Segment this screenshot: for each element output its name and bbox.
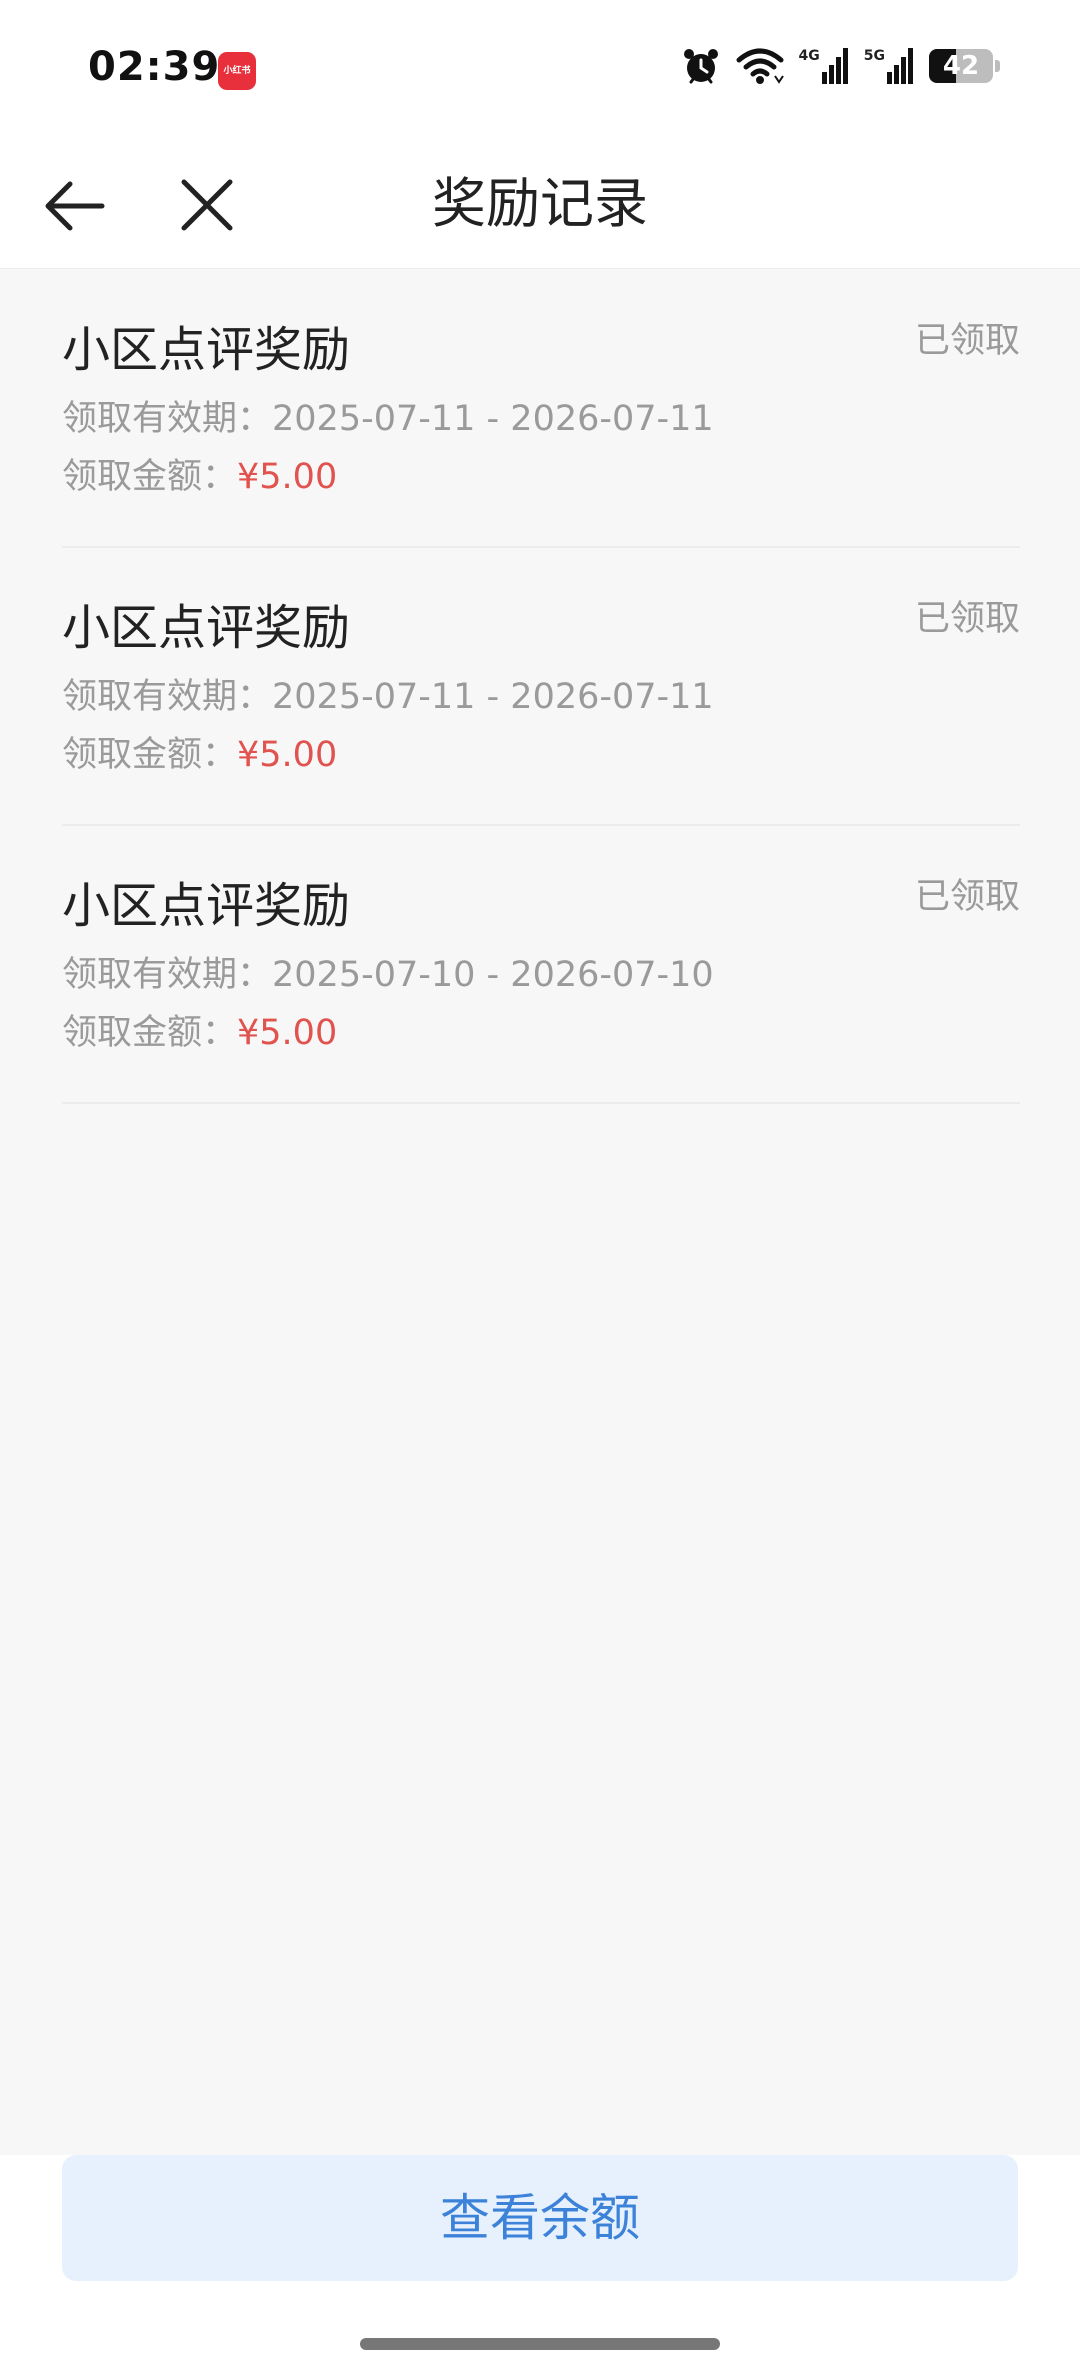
reward-amount: 领取金额：¥5.00 (62, 726, 337, 777)
network-4g-label: 4G (798, 48, 820, 64)
battery-icon: 42 (929, 49, 993, 83)
nav-bar: 奖励记录 (0, 140, 1080, 269)
status-time: 02:39 (88, 44, 221, 90)
view-balance-button[interactable]: 查看余额 (62, 2155, 1018, 2281)
amount-value: ¥5.00 (237, 735, 338, 775)
signal-bars-icon (821, 48, 848, 84)
battery-tip (995, 60, 1000, 72)
amount-value: ¥5.00 (237, 1013, 338, 1053)
signal-4g: 4G (799, 48, 850, 84)
validity-value: 2025-07-11 - 2026-07-11 (272, 677, 714, 717)
amount-label: 领取金额： (62, 457, 238, 497)
list-item[interactable]: 小区点评奖励 已领取 领取有效期：2025-07-10 - 2026-07-10… (62, 826, 1020, 1104)
status-badge: 已领取 (914, 599, 1020, 639)
status-badge: 已领取 (914, 321, 1020, 361)
alarm-icon (683, 49, 718, 84)
validity-label: 领取有效期： (62, 955, 273, 995)
list-item[interactable]: 小区点评奖励 已领取 领取有效期：2025-07-11 - 2026-07-11… (62, 270, 1020, 548)
validity-label: 领取有效期： (62, 399, 273, 439)
record-title: 小区点评奖励 (62, 322, 351, 378)
home-indicator[interactable] (360, 2338, 720, 2350)
amount-label: 领取金额： (62, 735, 238, 775)
reward-amount: 领取金额：¥5.00 (62, 1004, 337, 1055)
close-button[interactable] (172, 170, 242, 240)
battery-level: 42 (942, 51, 980, 81)
reward-amount: 领取金额：¥5.00 (62, 448, 337, 499)
status-bar: 02:39 小红书 4G 5G 42 (0, 0, 1080, 140)
network-5g-label: 5G (863, 48, 885, 64)
status-badge: 已领取 (914, 877, 1020, 917)
record-title: 小区点评奖励 (62, 878, 351, 934)
page-title: 奖励记录 (432, 172, 648, 235)
validity-label: 领取有效期： (62, 677, 273, 717)
validity-period: 领取有效期：2025-07-11 - 2026-07-11 (62, 668, 714, 719)
app-notification-icon: 小红书 (218, 52, 256, 90)
validity-value: 2025-07-11 - 2026-07-11 (272, 399, 714, 439)
close-icon (181, 179, 233, 231)
amount-value: ¥5.00 (237, 457, 338, 497)
amount-label: 领取金额： (62, 1013, 238, 1053)
status-icons: 4G 5G 42 (681, 46, 1000, 86)
reward-record-list: 小区点评奖励 已领取 领取有效期：2025-07-11 - 2026-07-11… (62, 270, 1020, 1104)
wifi-icon (736, 48, 784, 84)
record-title: 小区点评奖励 (62, 600, 351, 656)
signal-bars-icon (887, 48, 913, 84)
back-button[interactable] (40, 170, 110, 240)
validity-value: 2025-07-10 - 2026-07-10 (272, 955, 714, 995)
validity-period: 领取有效期：2025-07-11 - 2026-07-11 (62, 390, 714, 441)
validity-period: 领取有效期：2025-07-10 - 2026-07-10 (62, 946, 714, 997)
signal-5g: 5G (864, 48, 915, 84)
arrow-left-icon (45, 181, 105, 231)
list-item[interactable]: 小区点评奖励 已领取 领取有效期：2025-07-11 - 2026-07-11… (62, 548, 1020, 826)
